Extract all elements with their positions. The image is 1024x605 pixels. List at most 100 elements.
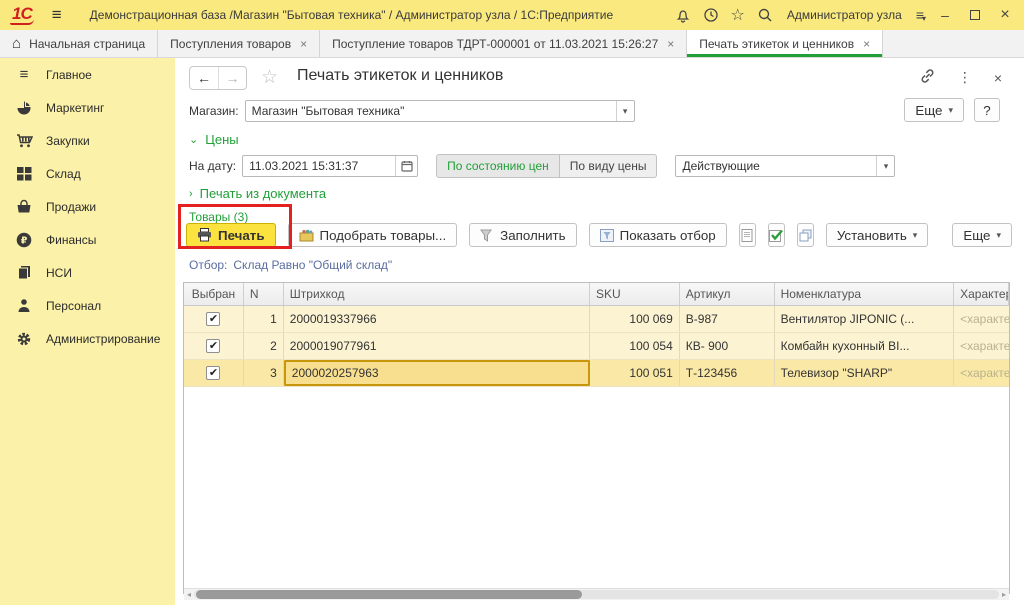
column-header-characteristic[interactable]: Характеристика	[954, 283, 1009, 305]
get-link-icon[interactable]	[919, 68, 936, 87]
row-checkbox[interactable]: ✔	[206, 312, 220, 326]
maximize-button[interactable]	[966, 6, 984, 24]
tab-print-labels[interactable]: Печать этикеток и ценников ×	[687, 30, 883, 57]
tab-home[interactable]: ⌂ Начальная страница	[0, 30, 158, 57]
close-form-icon[interactable]: ×	[994, 70, 1002, 86]
table-row-selected[interactable]: ✔ 3 2000020257963 100 051 Т-123456 Телев…	[184, 360, 1009, 387]
sidebar-item-label: Продажи	[46, 200, 96, 214]
checkbox-checked-icon	[769, 229, 783, 242]
column-header-sku[interactable]: SKU	[590, 283, 680, 305]
cell-characteristic[interactable]: <характеристика>	[954, 360, 1009, 386]
column-header-article[interactable]: Артикул	[680, 283, 775, 305]
copy-button[interactable]	[797, 223, 814, 247]
cell-nomenclature[interactable]: Телевизор "SHARP"	[775, 360, 955, 386]
toggle-label: По состоянию цен	[447, 159, 549, 173]
tab-close-icon[interactable]: ×	[667, 37, 674, 51]
more-menu-icon[interactable]: ⋮	[958, 69, 972, 86]
history-icon[interactable]	[703, 7, 719, 23]
toolbar-more-button[interactable]: Еще ▾	[952, 223, 1012, 247]
cell-article[interactable]: Т-123456	[680, 360, 775, 386]
back-button[interactable]: ←	[190, 67, 218, 89]
sidebar-item-finance[interactable]: ₽ Финансы	[0, 223, 175, 256]
cell-n[interactable]: 3	[244, 360, 284, 386]
prices-section-toggle[interactable]: ⌄ Цены	[189, 132, 239, 147]
forward-button[interactable]: →	[218, 67, 246, 89]
sidebar-item-nsi[interactable]: НСИ	[0, 256, 175, 289]
show-filter-button[interactable]: Показать отбор	[589, 223, 727, 247]
cell-characteristic[interactable]: <характеристика>	[954, 306, 1009, 332]
tab-goods-receipt-document[interactable]: Поступление товаров ТДРТ-000001 от 11.03…	[320, 30, 687, 57]
print-button[interactable]: Печать	[186, 223, 276, 247]
cell-barcode[interactable]: 2000019337966	[284, 306, 590, 332]
cell-characteristic[interactable]: <характеристика>	[954, 333, 1009, 359]
row-checkbox[interactable]: ✔	[206, 366, 220, 380]
tab-close-icon[interactable]: ×	[300, 37, 307, 51]
print-from-document-section-toggle[interactable]: › Печать из документа	[189, 186, 326, 201]
cell-nomenclature[interactable]: Вентилятор JIPONIC (...	[775, 306, 955, 332]
main-menu-icon[interactable]: ≡	[52, 5, 62, 25]
calendar-icon[interactable]	[395, 156, 417, 176]
table-row[interactable]: ✔ 1 2000019337966 100 069 В-987 Вентилят…	[184, 306, 1009, 333]
scroll-left-arrow-icon[interactable]: ◂	[184, 590, 194, 599]
sidebar-item-sales[interactable]: Продажи	[0, 190, 175, 223]
print-label: Печать	[218, 228, 265, 243]
price-type-combobox[interactable]: Действующие ▾	[675, 155, 895, 177]
scroll-right-arrow-icon[interactable]: ▸	[999, 590, 1009, 599]
filter-info-line[interactable]: Отбор:Склад Равно "Общий склад"	[189, 258, 392, 272]
list-settings-button[interactable]	[739, 223, 756, 247]
fill-label: Заполнить	[500, 228, 565, 243]
notifications-bell-icon[interactable]	[675, 7, 691, 23]
sidebar-item-administration[interactable]: Администрирование	[0, 322, 175, 355]
add-to-favorites-star-icon[interactable]: ☆	[261, 66, 278, 89]
tab-close-icon[interactable]: ×	[863, 37, 870, 51]
cell-sku[interactable]: 100 069	[590, 306, 680, 332]
column-header-barcode[interactable]: Штрихкод	[284, 283, 590, 305]
store-dropdown-arrow-icon[interactable]: ▾	[616, 101, 634, 121]
date-value: 11.03.2021 15:31:37	[243, 159, 364, 173]
cell-article[interactable]: КВ- 900	[680, 333, 775, 359]
help-button[interactable]: ?	[974, 98, 1000, 122]
store-combobox[interactable]: Магазин "Бытовая техника" ▾	[245, 100, 635, 122]
printer-icon	[197, 228, 212, 242]
minimize-button[interactable]: –	[936, 6, 954, 24]
date-field-label: На дату:	[189, 159, 236, 173]
cell-n[interactable]: 1	[244, 306, 284, 332]
fill-button[interactable]: Заполнить	[469, 223, 576, 247]
sidebar-item-marketing[interactable]: Маркетинг	[0, 91, 175, 124]
scrollbar-thumb[interactable]	[196, 590, 582, 599]
price-type-dropdown-arrow-icon[interactable]: ▾	[876, 156, 894, 176]
form-more-button[interactable]: Еще ▾	[904, 98, 964, 122]
scrollbar-track[interactable]	[194, 590, 999, 599]
set-button[interactable]: Установить ▾	[826, 223, 928, 247]
check-all-button[interactable]	[768, 223, 785, 247]
cell-nomenclature[interactable]: Комбайн кухонный BI...	[775, 333, 955, 359]
horizontal-scrollbar[interactable]: ◂ ▸	[184, 588, 1009, 600]
current-user[interactable]: Администратор узла	[787, 8, 902, 22]
table-row[interactable]: ✔ 2 2000019077961 100 054 КВ- 900 Комбай…	[184, 333, 1009, 360]
sidebar-item-label: Склад	[46, 167, 81, 181]
row-checkbox[interactable]: ✔	[206, 339, 220, 353]
column-header-n[interactable]: N	[244, 283, 284, 305]
sidebar-item-warehouse[interactable]: Склад	[0, 157, 175, 190]
cell-article[interactable]: В-987	[680, 306, 775, 332]
sidebar-item-purchases[interactable]: Закупки	[0, 124, 175, 157]
column-header-nomenclature[interactable]: Номенклатура	[775, 283, 955, 305]
cell-sku[interactable]: 100 051	[590, 360, 680, 386]
service-menu-icon[interactable]: ≡▾	[916, 9, 924, 21]
by-price-state-toggle[interactable]: По состоянию цен	[436, 154, 560, 178]
favorites-star-icon[interactable]: ☆	[731, 5, 745, 25]
close-window-button[interactable]: ×	[996, 6, 1014, 24]
column-header-selected[interactable]: Выбран	[184, 283, 244, 305]
sidebar-item-personnel[interactable]: Персонал	[0, 289, 175, 322]
tab-goods-receipts-list[interactable]: Поступления товаров ×	[158, 30, 320, 57]
date-input[interactable]: 11.03.2021 15:31:37	[242, 155, 418, 177]
cell-sku[interactable]: 100 054	[590, 333, 680, 359]
cell-n[interactable]: 2	[244, 333, 284, 359]
search-icon[interactable]	[757, 7, 773, 23]
by-price-kind-toggle[interactable]: По виду цены	[560, 154, 658, 178]
sidebar-item-label: Персонал	[46, 299, 101, 313]
pick-goods-button[interactable]: Подобрать товары...	[288, 223, 458, 247]
cell-barcode[interactable]: 2000019077961	[284, 333, 590, 359]
sidebar-item-main[interactable]: ≡ Главное	[0, 58, 175, 91]
cell-barcode-selected[interactable]: 2000020257963	[284, 360, 590, 386]
